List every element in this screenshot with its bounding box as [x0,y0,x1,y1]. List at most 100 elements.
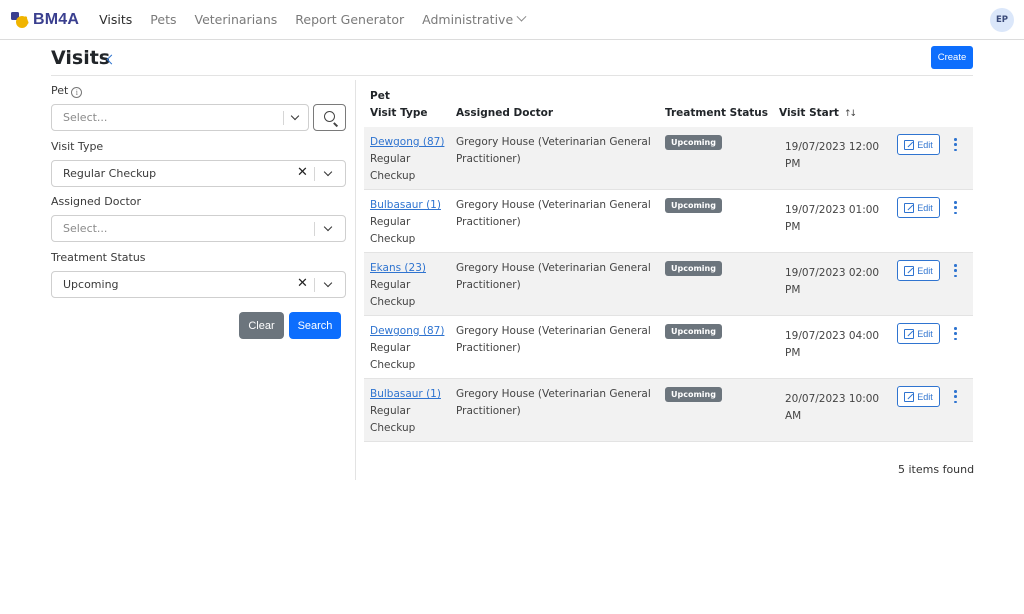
visit-type-line: Checkup [370,296,416,308]
edit-button[interactable]: Edit [897,260,940,281]
edit-icon [904,202,915,213]
chevron-down-icon[interactable] [290,111,300,121]
edit-label: Edit [917,265,933,276]
column-header-pet[interactable]: Pet [370,90,390,102]
select-separator [283,111,284,125]
edit-button[interactable]: Edit [897,323,940,344]
chevron-down-icon[interactable] [323,278,333,288]
items-found-count: 5 items found [898,463,975,476]
more-options-icon[interactable] [954,327,957,340]
visit-start-line: PM [785,347,801,359]
assigned-doctor-select[interactable]: Select... [51,215,346,242]
pet-select[interactable]: Select... [51,104,309,131]
assigned-doctor-cell: Gregory House (Veterinarian General Prac… [456,260,651,294]
visit-start-label: Visit Start [779,107,839,119]
edit-button[interactable]: Edit [897,197,940,218]
visit-start-cell: 19/07/2023 02:00 PM [785,265,879,299]
visit-type-select[interactable]: Regular Checkup ✕ [51,160,346,187]
visit-start-cell: 19/07/2023 04:00 PM [785,328,879,362]
doctor-line: Practitioner) [456,279,521,291]
edit-label: Edit [917,328,933,339]
visit-type-line: Checkup [370,233,416,245]
treatment-status-value: Upcoming [63,278,119,291]
assigned-doctor-cell: Gregory House (Veterinarian General Prac… [456,323,651,357]
status-badge: Upcoming [665,387,722,402]
visit-start-line: AM [785,410,802,422]
more-options-icon[interactable] [954,264,957,277]
pet-select-placeholder: Select... [63,111,108,124]
visit-type-value: Regular Checkup [63,167,157,180]
doctor-line: Gregory House (Veterinarian General [456,136,651,148]
more-options-icon[interactable] [954,201,957,214]
clear-icon[interactable]: ✕ [297,276,308,291]
user-avatar[interactable]: EP [990,8,1014,32]
edit-icon [904,139,915,150]
brand[interactable]: BM4A [10,10,79,30]
column-header-visit-start[interactable]: Visit Start ↑↓ [779,107,857,119]
visit-type-label: Visit Type [51,140,104,153]
visit-start-line: 19/07/2023 02:00 [785,267,880,279]
status-badge: Upcoming [665,198,722,213]
edit-icon [904,328,915,339]
edit-button[interactable]: Edit [897,386,940,407]
visit-start-line: PM [785,221,801,233]
column-header-visit-type[interactable]: Visit Type [370,107,427,119]
nav-menu: Visits Pets Veterinarians Report Generat… [99,11,543,27]
pet-link[interactable]: Bulbasaur (1) [370,386,441,403]
nav-item-visits[interactable]: Visits [99,12,132,27]
page-title: Visits [51,47,111,69]
status-badge: Upcoming [665,324,722,339]
visit-type-line: Checkup [370,170,416,182]
select-separator [314,278,315,292]
table-row: Dewgong (87) Regular Checkup Gregory Hou… [364,316,973,379]
chevron-down-icon[interactable] [323,222,333,232]
clear-button[interactable]: Clear [239,312,284,339]
nav-item-administrative[interactable]: Administrative [422,11,527,27]
search-button[interactable]: Search [289,312,341,339]
nav-item-report-generator[interactable]: Report Generator [295,12,404,27]
edit-button[interactable]: Edit [897,134,940,155]
more-options-icon[interactable] [954,390,957,403]
nav-item-pets[interactable]: Pets [150,12,176,27]
visit-pet-cell: Ekans (23) Regular Checkup [370,260,426,311]
visit-start-line: 19/07/2023 04:00 [785,330,880,342]
more-options-icon[interactable] [954,138,957,151]
visit-type-line: Regular [370,279,411,291]
status-badge: Upcoming [665,135,722,150]
pet-link[interactable]: Ekans (23) [370,260,426,277]
doctor-line: Practitioner) [456,216,521,228]
visit-start-cell: 19/07/2023 12:00 PM [785,139,879,173]
info-icon[interactable]: i [71,87,83,98]
doctor-line: Gregory House (Veterinarian General [456,388,651,400]
doctor-line: Gregory House (Veterinarian General [456,199,651,211]
create-button[interactable]: Create [931,46,973,69]
nav-item-veterinarians[interactable]: Veterinarians [195,12,278,27]
edit-label: Edit [917,391,933,402]
chevron-down-icon[interactable] [323,167,333,177]
top-navbar: BM4A Visits Pets Veterinarians Report Ge… [0,0,1024,40]
pet-label-text: Pet [51,84,69,97]
status-badge: Upcoming [665,261,722,276]
sort-icon[interactable]: ↑↓ [844,109,857,119]
visit-type-line: Regular [370,153,411,165]
chevron-down-icon [516,11,527,22]
pet-search-button[interactable] [313,104,346,131]
pet-link[interactable]: Dewgong (87) [370,134,444,151]
visit-start-line: 19/07/2023 12:00 [785,141,880,153]
pet-filter-label: Pet i [51,84,83,98]
column-header-treatment-status[interactable]: Treatment Status [665,107,768,119]
pet-link[interactable]: Bulbasaur (1) [370,197,441,214]
assigned-doctor-cell: Gregory House (Veterinarian General Prac… [456,197,651,231]
doctor-line: Gregory House (Veterinarian General [456,325,651,337]
visit-start-line: 19/07/2023 01:00 [785,204,880,216]
visit-start-line: PM [785,284,801,296]
clear-icon[interactable]: ✕ [297,165,308,180]
visit-type-line: Checkup [370,422,416,434]
edit-label: Edit [917,139,933,150]
treatment-status-select[interactable]: Upcoming ✕ [51,271,346,298]
nav-item-administrative-label: Administrative [422,12,514,27]
pet-link[interactable]: Dewgong (87) [370,323,444,340]
table-row: Bulbasaur (1) Regular Checkup Gregory Ho… [364,190,973,253]
column-header-assigned-doctor[interactable]: Assigned Doctor [456,107,553,119]
visit-pet-cell: Dewgong (87) Regular Checkup [370,323,444,374]
